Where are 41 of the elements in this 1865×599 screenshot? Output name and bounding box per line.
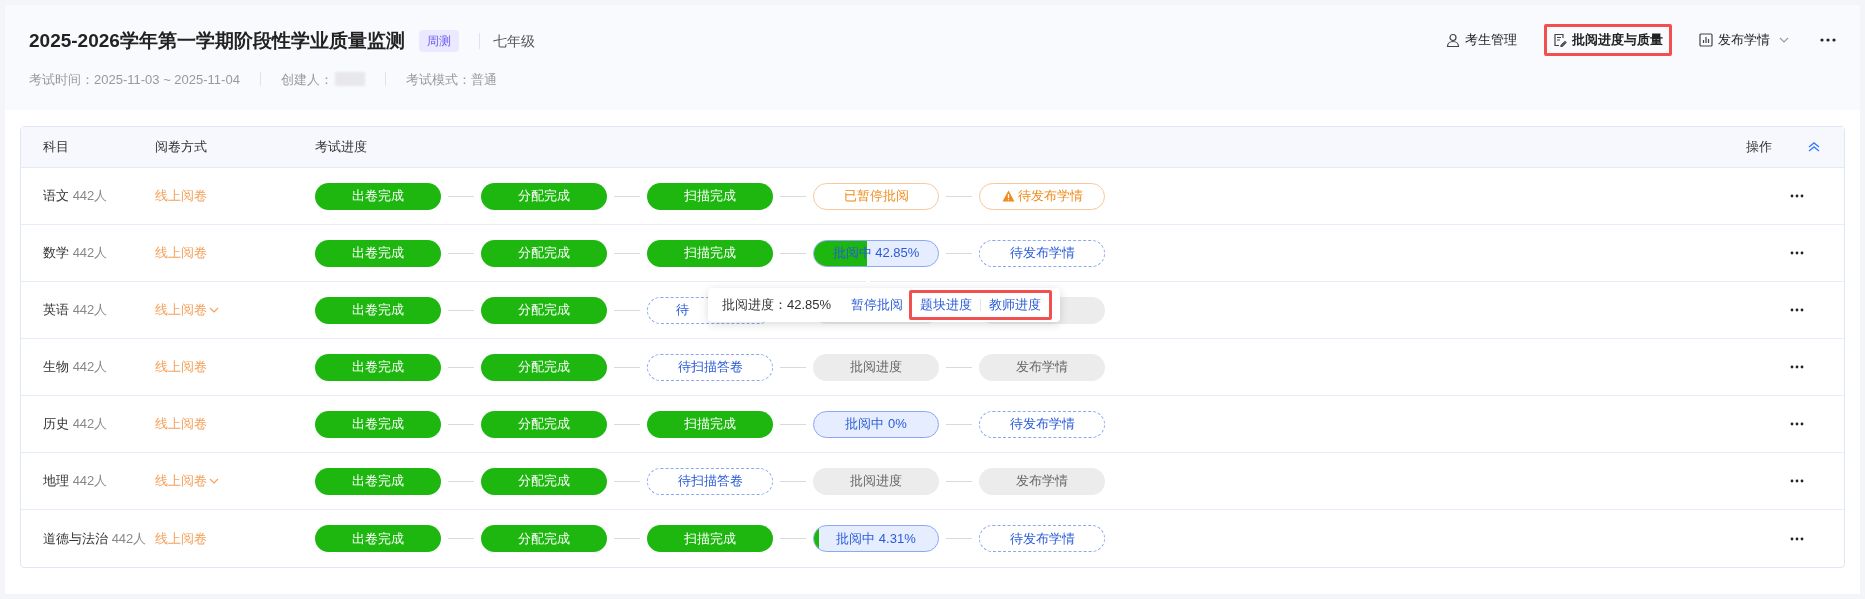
status-pill: 发布学情 [979, 353, 1105, 381]
column-header: 考试进度 [315, 138, 368, 157]
status-pill: 扫描完成 [647, 410, 773, 438]
creator-label: 创建人： [280, 70, 333, 89]
status-pill: 出卷完成 [315, 467, 441, 495]
progress-text: 批阅进度：42.85% [722, 296, 832, 315]
status-pill: 分配完成 [481, 410, 607, 438]
page-title: 2025-2026学年第一学期阶段性学业质量监测 [29, 29, 405, 53]
status-pill: 出卷完成 [315, 239, 441, 267]
column-header: 科目 [42, 138, 70, 157]
subject-cell-text: 历史 442人 [42, 415, 109, 434]
status-pill: 扫描完成 [647, 525, 773, 552]
status-pill: 出卷完成 [315, 525, 441, 552]
status-pill: 扫描完成 [647, 239, 773, 267]
grade-label: 七年级 [492, 31, 535, 51]
status-pill: 发布学情 [979, 467, 1105, 495]
column-header: 阅卷方式 [155, 138, 208, 157]
subject-cell-text: 地理 442人 [42, 472, 109, 491]
meta-text: 考试模式：普通 [405, 70, 497, 89]
status-pill: 出卷完成 [315, 353, 441, 381]
status-pill: 分配完成 [481, 353, 607, 381]
subject-cell-text: 英语 442人 [42, 301, 109, 320]
subject-cell-text: 数学 442人 [42, 244, 109, 263]
status-pill: 已暂停批阅 [813, 182, 939, 210]
status-pill: 出卷完成 [315, 296, 441, 324]
status-pill: 出卷完成 [315, 410, 441, 438]
tag-badge: 周测 [418, 30, 459, 53]
column-header: 操作 [1746, 138, 1772, 157]
status-pill: 分配完成 [481, 239, 607, 267]
status-pill: 分配完成 [481, 296, 607, 324]
status-pill: 分配完成 [481, 525, 607, 552]
status-pill: 分配完成 [481, 182, 607, 210]
subject-cell-text: 生物 442人 [42, 358, 109, 377]
subject-cell-text: 语文 442人 [42, 187, 109, 206]
status-pill: 扫描完成 [647, 182, 773, 210]
status-pill: 分配完成 [481, 467, 607, 495]
status-pill: 出卷完成 [315, 182, 441, 210]
subject-cell-text: 道德与法治 442人 [42, 529, 148, 548]
meta-text: 考试时间：2025-11-03 ~ 2025-11-04 [29, 70, 240, 89]
status-pill: 批阅进度 [813, 467, 939, 495]
status-pill: 批阅进度 [813, 353, 939, 381]
